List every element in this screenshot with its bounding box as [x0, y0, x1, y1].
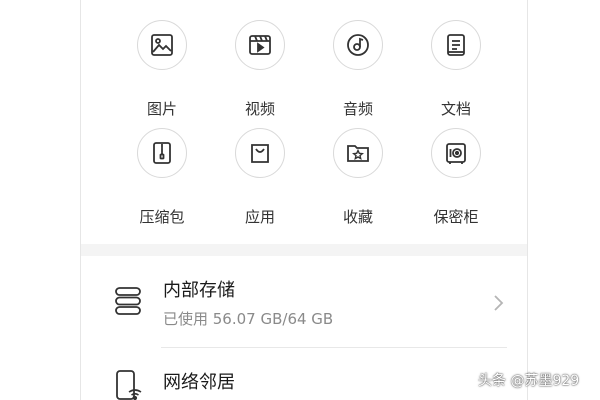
- storage-icon: [111, 284, 145, 318]
- section-divider: [81, 244, 527, 256]
- category-label: 收藏: [342, 208, 373, 226]
- category-images[interactable]: 图片: [117, 20, 207, 118]
- category-favorites[interactable]: 收藏: [313, 128, 403, 226]
- category-label: 应用: [244, 208, 275, 226]
- safe-icon: [431, 128, 481, 178]
- storage-usage: 已使用 56.07 GB/64 GB: [163, 310, 334, 328]
- category-label: 文档: [440, 100, 471, 118]
- watermark: 头条 @苏墨929: [478, 373, 580, 389]
- storage-title: 内部存储: [163, 280, 235, 301]
- category-documents[interactable]: 文档: [411, 20, 501, 118]
- document-icon: [431, 20, 481, 70]
- category-safe[interactable]: 保密柜: [411, 128, 501, 226]
- category-label: 视频: [244, 100, 275, 118]
- category-archives[interactable]: 压缩包: [117, 128, 207, 226]
- image-icon: [137, 20, 187, 70]
- file-manager-screen: 图片 视频 音频 文档 压缩包 应用 收藏 保密柜 内部存储 已使用 56.07…: [80, 0, 528, 400]
- chevron-right-icon: [491, 294, 505, 312]
- zip-icon: [137, 128, 187, 178]
- internal-storage-row[interactable]: 内部存储 已使用 56.07 GB/64 GB: [81, 256, 527, 348]
- category-videos[interactable]: 视频: [215, 20, 305, 118]
- app-bag-icon: [235, 128, 285, 178]
- network-device-icon: [111, 368, 145, 400]
- category-label: 图片: [146, 100, 177, 118]
- network-title: 网络邻居: [163, 372, 235, 393]
- music-icon: [333, 20, 383, 70]
- category-label: 保密柜: [433, 208, 479, 226]
- category-label: 音频: [342, 100, 373, 118]
- network-neighborhood-row[interactable]: 网络邻居: [81, 348, 527, 400]
- category-label: 压缩包: [139, 208, 185, 226]
- category-audio[interactable]: 音频: [313, 20, 403, 118]
- category-apps[interactable]: 应用: [215, 128, 305, 226]
- video-icon: [235, 20, 285, 70]
- favorite-folder-icon: [333, 128, 383, 178]
